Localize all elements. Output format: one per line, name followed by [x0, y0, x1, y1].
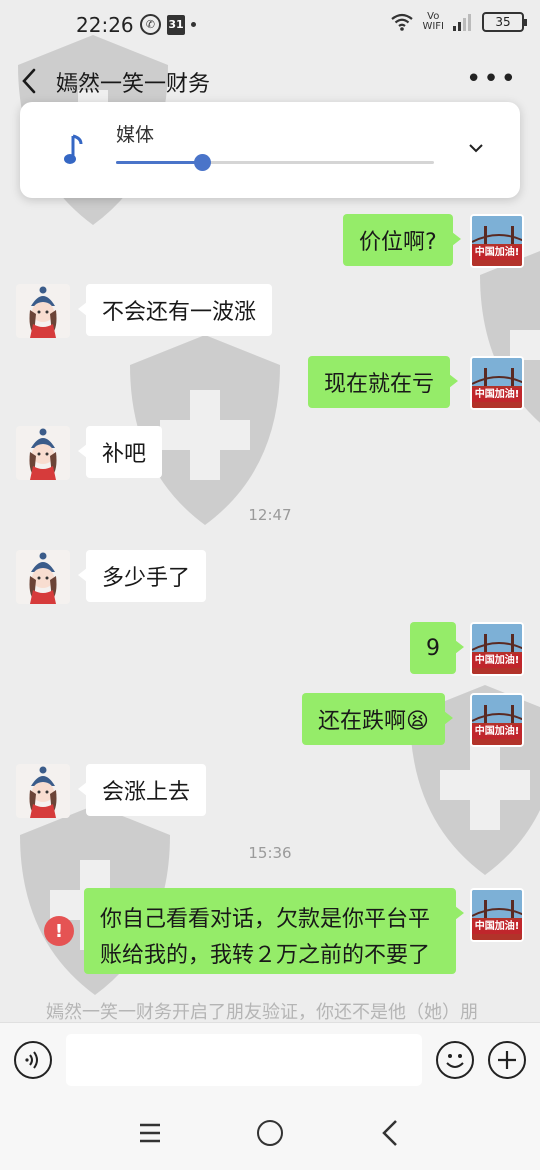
girl-avatar-icon [16, 764, 70, 818]
contact-avatar[interactable] [16, 426, 70, 480]
signal-icon [453, 14, 471, 31]
my-avatar[interactable]: 中国加油! [470, 888, 524, 942]
avatar-caption: 中国加油! [472, 920, 522, 934]
whatsapp-icon: ✆ [140, 14, 161, 35]
bridge-photo-icon [472, 624, 522, 674]
avatar-caption: 中国加油! [472, 246, 522, 260]
volume-slider-knob[interactable] [193, 154, 211, 171]
nav-back-icon[interactable] [378, 1118, 402, 1148]
my-avatar[interactable]: 中国加油! [470, 622, 524, 676]
my-avatar[interactable]: 中国加油! [470, 356, 524, 410]
outgoing-message-bubble[interactable]: 现在就在亏 [308, 356, 459, 408]
girl-avatar-icon [16, 426, 70, 480]
message-input[interactable] [66, 1034, 422, 1086]
volume-slider-fill [116, 161, 202, 164]
incoming-message-bubble[interactable]: 不会还有一波涨 [77, 284, 273, 336]
more-functions-button[interactable] [488, 1041, 526, 1079]
smiley-icon [446, 1054, 464, 1068]
message-timestamp: 12:47 [248, 506, 292, 524]
contact-avatar[interactable] [16, 284, 70, 338]
emoji-button[interactable] [436, 1041, 474, 1079]
outgoing-message-bubble[interactable]: 9 [410, 622, 464, 674]
avatar-caption: 中国加油! [472, 654, 522, 668]
avatar-caption: 中国加油! [472, 725, 522, 739]
contact-avatar[interactable] [16, 764, 70, 818]
girl-avatar-icon [16, 284, 70, 338]
more-options-button[interactable]: ••• [466, 66, 518, 92]
home-button[interactable] [257, 1120, 283, 1146]
status-bar: 22:26 ✆ 31 Vo WIFI 35 [0, 0, 540, 52]
bridge-photo-icon [472, 695, 522, 745]
calendar-icon: 31 [167, 14, 185, 35]
bridge-photo-icon [472, 216, 522, 266]
avatar-caption: 中国加油! [472, 388, 522, 402]
menu-icon[interactable] [138, 1122, 162, 1144]
outgoing-message-bubble[interactable]: 你自己看看对话，欠款是你平台平账给我的，我转２万之前的不要了 [84, 888, 464, 974]
volume-stream-label: 媒体 [116, 124, 155, 146]
voice-icon [25, 1051, 38, 1069]
my-avatar[interactable]: 中国加油! [470, 693, 524, 747]
incoming-message-bubble[interactable]: 多少手了 [77, 550, 207, 602]
outgoing-message-bubble[interactable]: 价位啊? [343, 214, 461, 266]
back-arrow-icon[interactable] [16, 64, 44, 98]
system-notice: 嫣然一笑一财务开启了朋友验证，你还不是他（她）朋 [46, 1002, 478, 1023]
watermark-shield-icon [480, 251, 540, 423]
input-bar [0, 1022, 540, 1098]
volume-panel: 媒体 [20, 102, 520, 198]
chat-title: 嫣然一笑一财务 [56, 72, 211, 97]
incoming-message-bubble[interactable]: 会涨上去 [77, 764, 207, 816]
plus-icon [498, 1051, 516, 1069]
girl-avatar-icon [16, 550, 70, 604]
battery-indicator: 35 [482, 12, 527, 32]
message-timestamp: 15:36 [248, 844, 292, 862]
wifi-icon [391, 13, 414, 31]
notification-dot-icon [191, 22, 196, 27]
my-avatar[interactable]: 中国加油! [470, 214, 524, 268]
volume-slider[interactable] [116, 154, 434, 171]
send-failed-icon[interactable]: ! [44, 916, 74, 946]
contact-avatar[interactable] [16, 550, 70, 604]
outgoing-message-bubble[interactable]: 还在跌啊😫 [302, 693, 453, 745]
bridge-photo-icon [472, 890, 522, 940]
chevron-down-icon[interactable] [468, 142, 484, 154]
system-nav-bar [0, 1098, 540, 1170]
vowifi-indicator: Vo WIFI [422, 11, 444, 32]
music-note-icon [64, 134, 83, 164]
voice-input-button[interactable] [14, 1041, 52, 1079]
incoming-message-bubble[interactable]: 补吧 [77, 426, 163, 478]
bridge-photo-icon [472, 358, 522, 408]
status-time: 22:26 [76, 13, 134, 37]
